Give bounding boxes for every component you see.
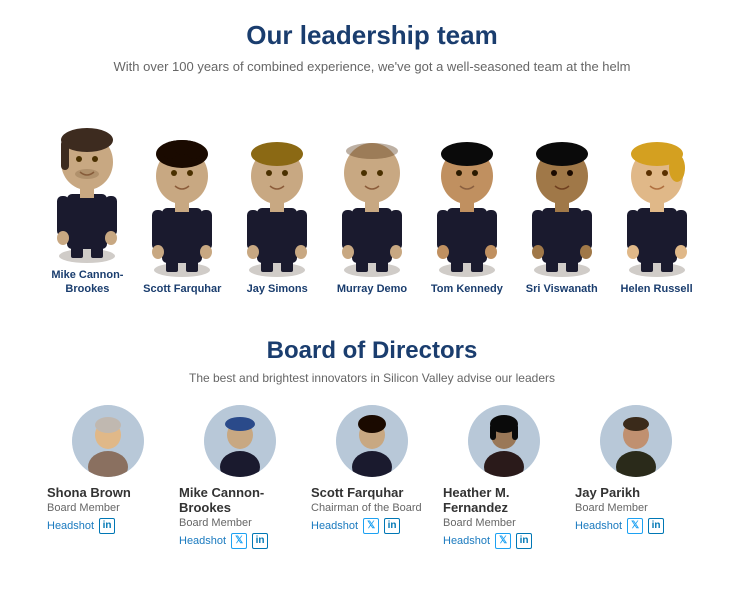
bobblehead-tom-k xyxy=(427,108,507,278)
board-member-role-jay-parikh: Board Member xyxy=(575,502,648,514)
leader-name-jay-s: Jay Simons xyxy=(247,282,308,296)
bobblehead-scott-f xyxy=(142,108,222,278)
headshot-link-mike[interactable]: Headshot xyxy=(179,535,226,547)
board-member-links-mike: Headshot 𝕏 in xyxy=(179,533,268,549)
avatar-scott xyxy=(336,405,408,477)
board-member-role-heather: Board Member xyxy=(443,517,516,529)
headshot-link-heather[interactable]: Headshot xyxy=(443,535,490,547)
board-member-shona: Shona Brown Board Member Headshot in xyxy=(47,405,169,534)
linkedin-icon-mike[interactable]: in xyxy=(252,533,268,549)
bobblehead-murray-d xyxy=(332,108,412,278)
leadership-title: Our leadership team xyxy=(40,20,704,51)
board-member-name-scott: Scott Farquhar xyxy=(311,485,403,500)
board-member-role-scott: Chairman of the Board xyxy=(311,502,422,514)
linkedin-icon-jay-parikh[interactable]: in xyxy=(648,518,664,534)
leader-tom-k: Tom Kennedy xyxy=(419,108,514,296)
leader-name-scott-f: Scott Farquhar xyxy=(143,282,221,296)
board-subtitle: The best and brightest innovators in Sil… xyxy=(40,371,704,385)
board-member-links-heather: Headshot 𝕏 in xyxy=(443,533,532,549)
leader-helen-r: Helen Russell xyxy=(609,108,704,296)
avatar-shona xyxy=(72,405,144,477)
bobblehead-row: Mike Cannon-Brookes xyxy=(40,94,704,297)
board-member-links-shona: Headshot in xyxy=(47,518,115,534)
board-members-row: Shona Brown Board Member Headshot in xyxy=(40,405,704,549)
board-member-name-mike: Mike Cannon-Brookes xyxy=(179,485,301,515)
avatar-heather xyxy=(468,405,540,477)
board-member-name-jay-parikh: Jay Parikh xyxy=(575,485,640,500)
leader-murray-d: Murray Demo xyxy=(325,108,420,296)
leader-jay-s: Jay Simons xyxy=(230,108,325,296)
board-member-scott: Scott Farquhar Chairman of the Board Hea… xyxy=(311,405,433,534)
headshot-link-shona[interactable]: Headshot xyxy=(47,520,94,532)
leader-name-tom-k: Tom Kennedy xyxy=(431,282,503,296)
leader-scott-f: Scott Farquhar xyxy=(135,108,230,296)
board-member-role-shona: Board Member xyxy=(47,502,120,514)
bobblehead-jay-s xyxy=(237,108,317,278)
board-section: Board of Directors The best and brightes… xyxy=(40,327,704,549)
bobblehead-sri-v xyxy=(522,108,602,278)
board-member-links-jay-parikh: Headshot 𝕏 in xyxy=(575,518,664,534)
board-member-links-scott: Headshot 𝕏 in xyxy=(311,518,400,534)
board-member-role-mike: Board Member xyxy=(179,517,252,529)
avatar-mike xyxy=(204,405,276,477)
leader-mike-cb: Mike Cannon-Brookes xyxy=(40,94,135,297)
headshot-link-scott[interactable]: Headshot xyxy=(311,520,358,532)
leadership-subtitle: With over 100 years of combined experien… xyxy=(40,59,704,74)
leader-sri-v: Sri Viswanath xyxy=(514,108,609,296)
twitter-icon-jay-parikh[interactable]: 𝕏 xyxy=(627,518,643,534)
avatar-jay-parikh xyxy=(600,405,672,477)
bobblehead-mike-cb xyxy=(47,94,127,264)
headshot-link-jay-parikh[interactable]: Headshot xyxy=(575,520,622,532)
leader-name-mike-cb: Mike Cannon-Brookes xyxy=(40,268,135,297)
linkedin-icon-heather[interactable]: in xyxy=(516,533,532,549)
linkedin-icon-scott[interactable]: in xyxy=(384,518,400,534)
leader-name-helen-r: Helen Russell xyxy=(621,282,693,296)
board-member-heather: Heather M. Fernandez Board Member Headsh… xyxy=(443,405,565,549)
twitter-icon-heather[interactable]: 𝕏 xyxy=(495,533,511,549)
board-member-jay-parikh: Jay Parikh Board Member Headshot 𝕏 in xyxy=(575,405,697,534)
bobblehead-helen-r xyxy=(617,108,697,278)
twitter-icon-mike[interactable]: 𝕏 xyxy=(231,533,247,549)
leader-name-sri-v: Sri Viswanath xyxy=(526,282,598,296)
page-wrapper: Our leadership team With over 100 years … xyxy=(0,0,744,579)
board-member-name-shona: Shona Brown xyxy=(47,485,131,500)
board-member-name-heather: Heather M. Fernandez xyxy=(443,485,565,515)
twitter-icon-scott[interactable]: 𝕏 xyxy=(363,518,379,534)
leader-name-murray-d: Murray Demo xyxy=(337,282,407,296)
board-member-mike: Mike Cannon-Brookes Board Member Headsho… xyxy=(179,405,301,549)
board-title: Board of Directors xyxy=(40,337,704,365)
linkedin-icon-shona[interactable]: in xyxy=(99,518,115,534)
leadership-section: Our leadership team With over 100 years … xyxy=(40,20,704,297)
